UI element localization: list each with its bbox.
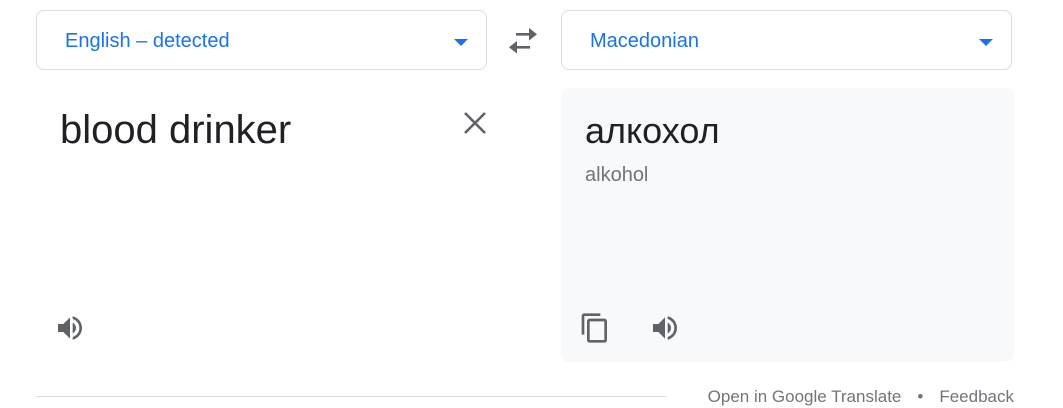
copy-icon — [581, 313, 607, 343]
chevron-down-icon — [979, 39, 993, 46]
transliteration-text: alkohol — [585, 164, 649, 186]
translation-panel: алкохол alkohol — [561, 88, 1014, 362]
volume-icon — [653, 316, 677, 340]
target-language-label: Macedonian — [590, 30, 699, 52]
footer-separator: • — [917, 387, 924, 406]
volume-icon — [58, 316, 82, 340]
translate-widget: English – detected Macedonian blood drin… — [0, 0, 1063, 408]
source-language-label: English – detected — [65, 30, 230, 52]
footer: Open in Google Translate • Feedback — [708, 387, 1014, 407]
open-in-google-translate-link[interactable]: Open in Google Translate — [708, 387, 902, 406]
listen-source-button[interactable] — [54, 312, 86, 344]
target-language-select[interactable]: Macedonian — [561, 10, 1012, 70]
swap-languages-icon — [509, 28, 537, 54]
chevron-down-icon — [454, 39, 468, 46]
swap-languages-button[interactable] — [503, 24, 543, 58]
close-icon — [464, 112, 486, 134]
clear-source-button[interactable] — [460, 108, 490, 138]
feedback-link[interactable]: Feedback — [939, 387, 1014, 406]
listen-translation-button[interactable] — [649, 312, 681, 344]
source-language-select[interactable]: English – detected — [36, 10, 487, 70]
translation-text: алкохол — [585, 110, 720, 151]
source-text-panel[interactable]: blood drinker — [36, 88, 488, 362]
footer-divider — [36, 396, 666, 397]
copy-translation-button[interactable] — [579, 312, 611, 344]
source-text-input[interactable]: blood drinker — [60, 108, 291, 153]
